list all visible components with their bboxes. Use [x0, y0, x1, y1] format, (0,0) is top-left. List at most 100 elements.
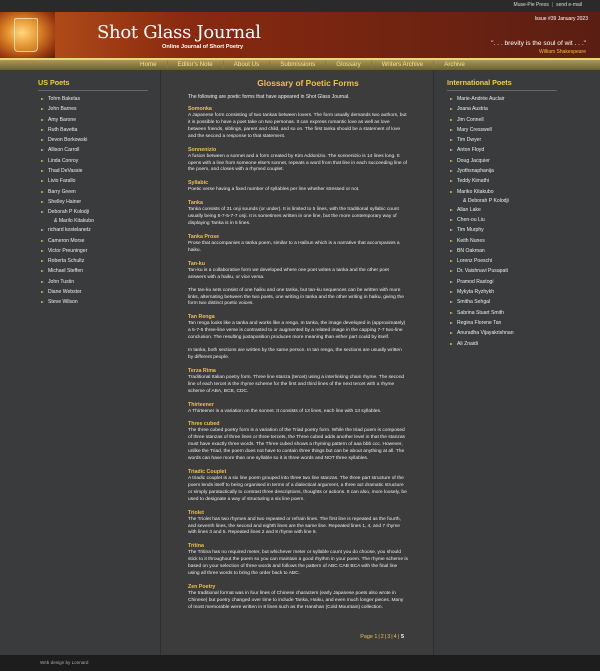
us-poet-link[interactable]: Cameron Morse	[38, 237, 148, 247]
intl-poet-link[interactable]: Dr. Vaishnavi Pusapati	[447, 267, 557, 277]
glossary-definition: Tanka consists of 31 onji sounds (or und…	[188, 207, 399, 227]
nav-writers-archive[interactable]: Writers Archive	[372, 61, 435, 68]
site-logo[interactable]: Shot Glass Journal	[97, 22, 261, 43]
us-poet-link[interactable]: Deborah P Kolodji & Marilo Kitakubo	[38, 208, 148, 226]
poet-name: Doug Jacquier	[457, 157, 490, 164]
poet-name: Deborah P Kolodji	[48, 209, 89, 216]
intl-poet-link[interactable]: Allan Lake	[447, 206, 557, 216]
us-poet-link[interactable]: Allison Carroll	[38, 146, 148, 156]
us-poet-link[interactable]: Shelley Hainer	[38, 198, 148, 208]
poet-name: Pramod Rastogi	[457, 278, 494, 285]
poet-name: Tim Dwyer	[457, 137, 482, 144]
main-nav: Home Editor's Note About Us Submissions …	[0, 58, 600, 70]
poet-name: Livio Farallo	[48, 178, 76, 185]
poet-name: Steve Wilson	[48, 299, 78, 306]
glossary-term: Triadic Couplet	[188, 469, 227, 475]
pagination: Page 1|2|3|4| 5	[360, 634, 404, 640]
intl-poet-link[interactable]: Anton Floyd	[447, 146, 557, 156]
intl-poet-link[interactable]: Jyothsnaphanija	[447, 167, 557, 177]
poet-name: Regina Florene Tan	[457, 319, 502, 326]
poet-name: Victor Preuninger	[48, 247, 88, 254]
poet-name: Tim Murphy	[457, 227, 484, 234]
us-poet-link[interactable]: Barry Green	[38, 188, 148, 198]
glossary-term: Tritina	[188, 543, 204, 550]
intl-poet-link[interactable]: Smitha Sehgal	[447, 298, 557, 308]
intl-poet-link[interactable]: Ali Znaidi	[447, 340, 557, 350]
us-poet-link[interactable]: Victor Preuninger	[38, 247, 148, 257]
poet-name: Smitha Sehgal	[457, 299, 491, 306]
muse-pie-press-link[interactable]: Muse-Pie Press	[514, 2, 549, 8]
poet-name: Ruth Bavetta	[48, 126, 78, 133]
intl-poet-link[interactable]: BN Oakman	[447, 247, 557, 257]
page-1-link[interactable]: Page 1	[360, 634, 377, 640]
glossary-intro: The following are poetic forms that have…	[188, 94, 350, 100]
intl-poet-link[interactable]: Tim Dwyer	[447, 136, 557, 146]
poet-name: Mariko Kitakubo	[457, 188, 494, 195]
us-poet-link[interactable]: Devon Borkowski	[38, 136, 148, 146]
intl-poet-link[interactable]: Keith Nunes	[447, 237, 557, 247]
intl-poet-link[interactable]: Mary Cresswell	[447, 126, 557, 136]
intl-poet-link[interactable]: Pramod Rastogi	[447, 278, 557, 288]
shot-glass-icon	[0, 12, 55, 58]
poet-name: Barry Green	[48, 188, 76, 195]
intl-poet-link[interactable]: Doug Jacquier	[447, 157, 557, 167]
poet-name: Amy Barone	[48, 116, 77, 123]
poet-name: Thad DeVassie	[48, 168, 83, 175]
intl-poet-link[interactable]: Mykyta Ryzhykh	[447, 288, 557, 298]
glossary-definition: A fusion between a sonnet and a form cre…	[188, 153, 408, 173]
us-poet-link[interactable]: John Tustin	[38, 278, 148, 288]
poet-name: Shelley Hainer	[48, 198, 82, 205]
us-poet-link[interactable]: Linda Conroy	[38, 157, 148, 167]
poet-name: Lorenz Poeschi	[457, 258, 493, 265]
page-3-link[interactable]: 3	[387, 634, 390, 640]
intl-poet-link[interactable]: Sabrina Stuart Smith	[447, 309, 557, 319]
us-poet-link[interactable]: Diane Webster	[38, 288, 148, 298]
poet-name: Allison Carroll	[48, 147, 80, 154]
poet-name: Tohm Bakelas	[48, 96, 80, 102]
page-2-link[interactable]: 2	[381, 634, 384, 640]
us-poet-link[interactable]: Steve Wilson	[38, 298, 148, 308]
intl-poet-link[interactable]: Lorenz Poeschi	[447, 257, 557, 267]
us-poet-link[interactable]: Amy Barone	[38, 116, 148, 126]
nav-editors-note[interactable]: Editor's Note	[168, 61, 224, 68]
poet-name: BN Oakman	[457, 247, 485, 254]
intl-poet-link[interactable]: Anuradha Vijayakrishnan	[447, 329, 557, 339]
page-4-link[interactable]: 4	[394, 634, 397, 640]
poet-name: Anton Floyd	[457, 147, 485, 154]
us-poet-link[interactable]: Thad DeVassie	[38, 167, 148, 177]
intl-poet-link[interactable]: Tim Murphy	[447, 226, 557, 236]
poet-name: Chen-ou Liu	[457, 216, 485, 223]
us-poets-column: US Poets Tohm Bakelas John Barnes Amy Baro…	[38, 78, 148, 309]
glossary-definition: A Thirteener is a variation on the sonne…	[188, 408, 382, 414]
intl-poet-link[interactable]: Jim Connell	[447, 116, 557, 126]
nav-glossary[interactable]: Glossary	[326, 61, 372, 68]
top-links: Muse-Pie Press | send e-mail	[513, 2, 582, 8]
send-email-link[interactable]: send e-mail	[556, 2, 582, 8]
intl-poet-link[interactable]: Teddy Kimathi	[447, 177, 557, 187]
us-poet-link[interactable]: John Barnes	[38, 105, 148, 115]
glossary-definition: A triadic couplet is a six line poem gro…	[188, 476, 407, 502]
intl-poet-link[interactable]: Regina Florene Tan	[447, 319, 557, 329]
nav-about-us[interactable]: About Us	[224, 61, 271, 68]
us-poet-link[interactable]: Livio Farallo	[38, 177, 148, 187]
intl-poet-link[interactable]: Joana Austria	[447, 105, 557, 115]
poet-name: Cameron Morse	[48, 237, 85, 244]
intl-poet-link[interactable]: Mariko Kitakubo & Deborah P Kolodji	[447, 188, 557, 206]
glossary-term: Tan-ku	[188, 260, 205, 267]
us-poet-link[interactable]: richard kostelanetz	[38, 226, 148, 236]
us-poet-link[interactable]: Michael Steffen	[38, 267, 148, 277]
intl-poet-link[interactable]: Chen-ou Liu	[447, 216, 557, 226]
nav-archive[interactable]: Archive	[434, 61, 475, 68]
us-poet-link[interactable]: Ruth Bavetta	[38, 126, 148, 136]
us-poet-link[interactable]: Roberta Schultz	[38, 257, 148, 267]
nav-home[interactable]: Home	[130, 61, 168, 68]
nav-submissions[interactable]: Submissions	[270, 61, 327, 68]
poet-name: Devon Borkowski	[48, 137, 88, 144]
glossary-term: Syllabic	[188, 180, 209, 187]
intl-poet-link[interactable]: Marie-Andrée Auclair	[447, 95, 557, 105]
glossary-definition: A Japanese form consisting of two tankas…	[188, 113, 407, 139]
quote-author: William Shakespeare	[539, 49, 586, 55]
us-poet-link[interactable]: Tohm Bakelas	[38, 95, 148, 105]
poet-name: Anuradha Vijayakrishnan	[457, 330, 514, 337]
poet-name: Allan Lake	[457, 206, 481, 213]
